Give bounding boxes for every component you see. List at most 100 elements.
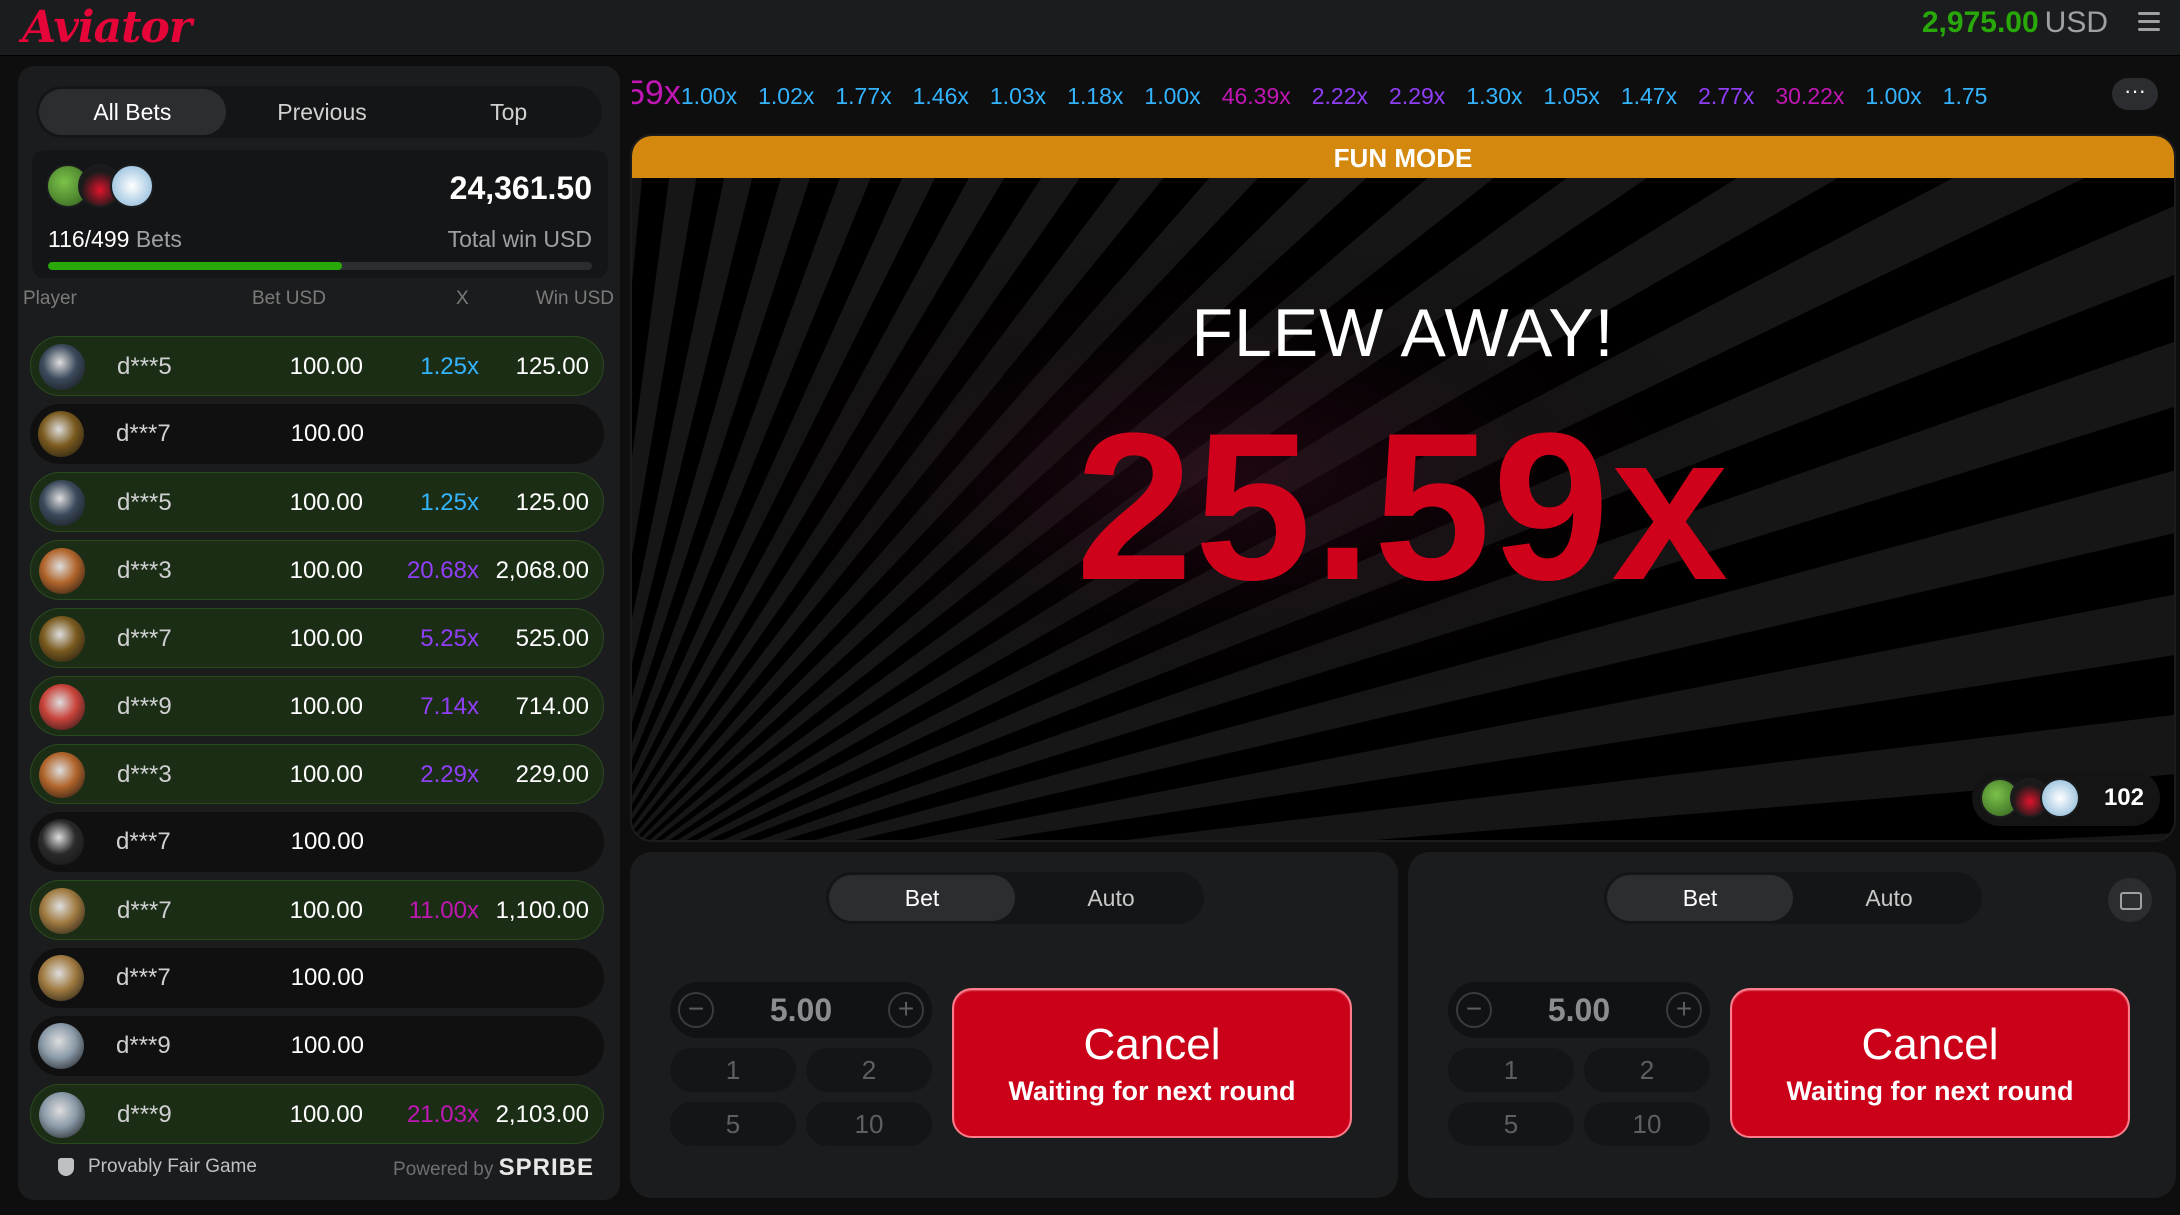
history-multiplier[interactable]: 1.30x	[1466, 83, 1522, 110]
player-name: d***5	[117, 353, 172, 380]
powered-by-label: Powered by	[393, 1159, 494, 1180]
bet-row: d***3 100.00 20.68x 2,068.00	[30, 540, 604, 600]
history-multiplier[interactable]: 1.02x	[758, 83, 814, 110]
bet-row: d***5 100.00 1.25x 125.00	[30, 336, 604, 396]
history-multiplier[interactable]: 2.22x	[1312, 83, 1368, 110]
history-multiplier[interactable]: 1.18x	[1067, 83, 1123, 110]
history-multiplier[interactable]: 30.22x	[1775, 83, 1844, 110]
history-multiplier[interactable]: 1.00x	[1144, 83, 1200, 110]
spribe-logo: SPRIBE	[498, 1154, 594, 1181]
player-name: d***7	[116, 964, 171, 991]
cashout-multiplier: 2.29x	[420, 761, 479, 788]
balance-display: 2,975.00 USD	[1922, 6, 2108, 40]
player-name: d***7	[117, 625, 172, 652]
quick-amount-button[interactable]: 2	[806, 1048, 932, 1092]
cashout-multiplier: 5.25x	[420, 625, 479, 652]
bet-amount: 100.00	[290, 828, 364, 855]
bets-progress-fill	[48, 262, 342, 270]
history-multiplier[interactable]: 2.77x	[1698, 83, 1754, 110]
cancel-button-label: Cancel	[1083, 1020, 1221, 1069]
cancel-bet-button[interactable]: Cancel Waiting for next round	[1730, 988, 2130, 1138]
history-more-button[interactable]: ···	[2112, 78, 2158, 110]
column-bet: Bet USD	[252, 288, 326, 309]
bets-count-value: 116/499	[48, 226, 130, 252]
bet-amount: 100.00	[289, 693, 363, 720]
quick-amount-button[interactable]: 5	[1448, 1102, 1574, 1146]
stake-stepper: − 5.00 +	[670, 982, 932, 1038]
cashout-multiplier: 1.25x	[420, 353, 479, 380]
increase-stake-button[interactable]: +	[1666, 992, 1702, 1028]
tab-all-bets[interactable]: All Bets	[39, 89, 226, 135]
history-multiplier[interactable]: 1.75	[1943, 83, 1988, 110]
bets-list: d***5 100.00 1.25x 125.00 d***7 100.00 d***5 10…	[30, 336, 604, 1152]
avatar	[2040, 778, 2080, 818]
win-amount: 1,100.00	[495, 897, 589, 924]
history-multiplier[interactable]: 2.29x	[1389, 83, 1445, 110]
player-name: d***9	[117, 693, 172, 720]
avatar	[110, 164, 154, 208]
bet-row: d***7 100.00	[30, 404, 604, 464]
bet-amount: 100.00	[289, 761, 363, 788]
hamburger-menu-icon[interactable]	[2138, 12, 2160, 34]
player-name: d***9	[117, 1101, 172, 1128]
bet-amount: 100.00	[289, 897, 363, 924]
bet-amount: 100.00	[289, 489, 363, 516]
bet-mode-tabs: Bet Auto	[826, 872, 1204, 924]
player-name: d***9	[116, 1032, 171, 1059]
quick-amount-button[interactable]: 10	[806, 1102, 932, 1146]
player-avatar	[39, 888, 85, 934]
history-multiplier[interactable]: 1.46x	[913, 83, 969, 110]
bet-amount: 100.00	[289, 1101, 363, 1128]
history-multiplier[interactable]: 59x	[632, 74, 681, 113]
player-name: d***7	[117, 897, 172, 924]
column-x: X	[456, 288, 469, 309]
bet-row: d***7 100.00	[30, 812, 604, 872]
player-avatar	[39, 344, 85, 390]
tab-top[interactable]: Top	[415, 86, 602, 138]
remove-panel-icon[interactable]	[2108, 878, 2152, 922]
quick-amount-button[interactable]: 1	[1448, 1048, 1574, 1092]
column-win: Win USD	[535, 288, 614, 309]
total-win-value: 24,361.50	[449, 170, 592, 206]
bet-amount: 100.00	[290, 420, 364, 447]
cancel-button-label: Cancel	[1861, 1020, 1999, 1069]
history-multiplier[interactable]: 1.77x	[835, 83, 891, 110]
increase-stake-button[interactable]: +	[888, 992, 924, 1028]
win-amount: 525.00	[515, 625, 589, 652]
player-name: d***7	[116, 828, 171, 855]
tab-bet[interactable]: Bet	[829, 875, 1015, 921]
history-multiplier[interactable]: 1.03x	[990, 83, 1046, 110]
tab-auto[interactable]: Auto	[1796, 872, 1982, 924]
history-multiplier[interactable]: 1.47x	[1621, 83, 1677, 110]
bets-panel: All Bets Previous Top 116/499 Bets 24,36…	[18, 66, 620, 1200]
bet-amount: 100.00	[289, 557, 363, 584]
quick-amount-button[interactable]: 10	[1584, 1102, 1710, 1146]
stake-stepper: − 5.00 +	[1448, 982, 1710, 1038]
quick-amount-button[interactable]: 5	[670, 1102, 796, 1146]
provably-fair-link[interactable]: Provably Fair Game	[58, 1156, 257, 1178]
online-count: 102	[2103, 784, 2144, 811]
cashout-multiplier: 20.68x	[406, 557, 479, 584]
player-avatar	[38, 411, 84, 457]
quick-amount-button[interactable]: 2	[1584, 1048, 1710, 1092]
quick-amount-button[interactable]: 1	[670, 1048, 796, 1092]
bet-panel-1: Bet Auto − 5.00 + 1 2 5 10 Cancel Waitin…	[630, 852, 1398, 1198]
win-amount: 229.00	[515, 761, 589, 788]
cashout-multiplier: 21.03x	[406, 1101, 479, 1128]
history-multiplier[interactable]: 1.00x	[681, 83, 737, 110]
tab-bet[interactable]: Bet	[1607, 875, 1793, 921]
history-multiplier[interactable]: 1.00x	[1865, 83, 1921, 110]
summary-avatars	[46, 164, 154, 208]
cancel-bet-button[interactable]: Cancel Waiting for next round	[952, 988, 1352, 1138]
tab-previous[interactable]: Previous	[229, 86, 416, 138]
history-multiplier[interactable]: 1.05x	[1544, 83, 1600, 110]
bet-mode-tabs: Bet Auto	[1604, 872, 1982, 924]
bets-count: 116/499 Bets	[48, 226, 182, 253]
bets-column-headers: Player Bet USD X Win USD	[18, 288, 620, 318]
player-name: d***3	[117, 557, 172, 584]
tab-auto[interactable]: Auto	[1018, 872, 1204, 924]
history-multiplier[interactable]: 46.39x	[1222, 83, 1291, 110]
balance-amount: 2,975.00	[1921, 6, 2039, 39]
cancel-button-subtitle: Waiting for next round	[1008, 1076, 1296, 1106]
cashout-multiplier: 11.00x	[408, 897, 479, 924]
